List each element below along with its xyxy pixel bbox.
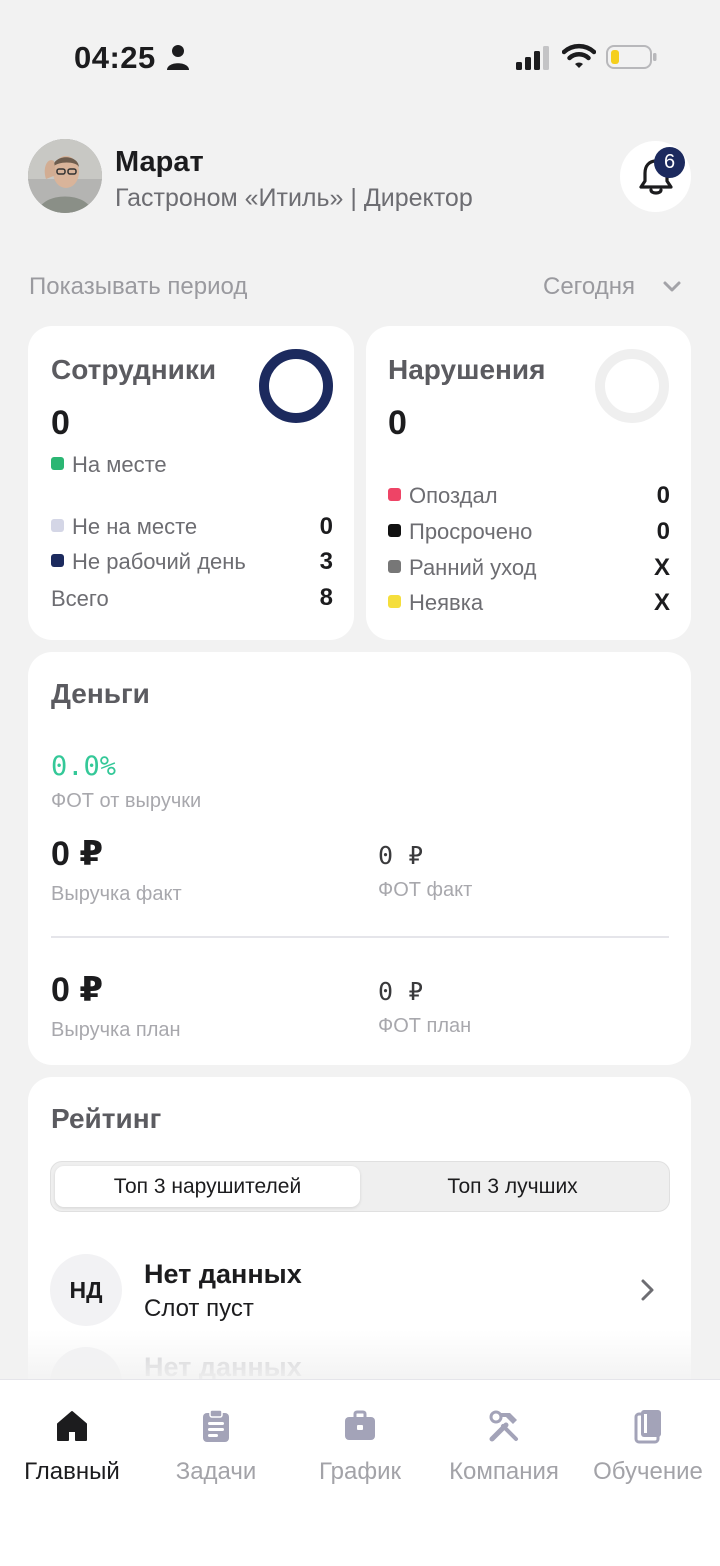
rating-item-subtitle: Слот пуст (144, 1295, 254, 1322)
legend-label-overdue: Просрочено (409, 519, 533, 544)
tab-schedule[interactable]: График (288, 1380, 432, 1500)
legend-value-early-leave: X (653, 554, 670, 581)
revenue-fact-value: 0 ₽ (51, 835, 104, 873)
employees-title: Сотрудники (51, 354, 217, 385)
user-name: Марат (115, 146, 204, 178)
revenue-plan-label: Выручка план (51, 1019, 181, 1041)
legend-dot-overdue (388, 524, 401, 537)
tab-schedule-label: График (319, 1458, 401, 1485)
tab-company[interactable]: Компания (432, 1380, 576, 1500)
rating-item-initials: НД (50, 1254, 122, 1326)
employees-ring-chart (259, 349, 333, 423)
legend-label-no-show: Неявка (409, 590, 484, 615)
period-selector[interactable]: Сегодня (543, 273, 635, 301)
fot-percent: 0.0% (51, 751, 117, 782)
period-label: Показывать период (29, 273, 248, 300)
legend-value-late: 0 (656, 482, 670, 509)
home-icon (57, 1411, 87, 1441)
revenue-fact-label: Выручка факт (51, 883, 182, 905)
chevron-right-icon (641, 1279, 654, 1301)
legend-dot-no-show (388, 595, 401, 608)
employees-card[interactable]: Сотрудники 0 На месте Не на месте 0 Не р… (28, 326, 354, 640)
money-card[interactable]: Деньги 0.0% ФОТ от выручки 0 ₽ Выручка ф… (28, 652, 691, 1065)
tab-tasks[interactable]: Задачи (144, 1380, 288, 1500)
book-icon (634, 1410, 661, 1444)
tab-learning[interactable]: Обучение (576, 1380, 720, 1500)
chevron-down-icon[interactable] (662, 280, 682, 294)
user-company-role: Гастроном «Итиль» | Директор (115, 184, 473, 212)
tools-icon (489, 1410, 518, 1442)
legend-value-day-off: 3 (319, 548, 333, 575)
wifi-icon (562, 43, 596, 68)
tab-top-best[interactable]: Топ 3 лучших (360, 1166, 665, 1207)
notification-badge: 6 (654, 147, 685, 178)
legend-dot-absent (51, 519, 64, 532)
tab-home[interactable]: Главный (0, 1380, 144, 1500)
avatar[interactable] (28, 139, 102, 213)
violations-ring-chart (595, 349, 669, 423)
tab-tasks-label: Задачи (175, 1458, 257, 1485)
rating-segmented-control: Топ 3 нарушителей Топ 3 лучших (50, 1161, 670, 1212)
legend-value-no-show: X (653, 589, 670, 616)
rating-title: Рейтинг (51, 1103, 162, 1134)
cellular-signal-icon (516, 46, 549, 70)
legend-dot-present (51, 457, 64, 470)
legend-label-late: Опоздал (409, 483, 498, 508)
employees-count: 0 (51, 404, 70, 442)
fot-percent-label: ФОТ от выручки (51, 790, 202, 812)
legend-label-present: На месте (72, 452, 167, 477)
legend-value-absent: 0 (319, 513, 333, 540)
tab-learning-label: Обучение (593, 1458, 703, 1485)
legend-value-overdue: 0 (656, 518, 670, 545)
total-label: Всего (51, 586, 109, 611)
legend-dot-late (388, 488, 401, 501)
legend-label-day-off: Не рабочий день (72, 549, 246, 574)
status-bar: 04:25 (0, 0, 720, 110)
legend-dot-early-leave (388, 560, 401, 573)
avatar-photo (28, 139, 102, 213)
legend-label-absent: Не на месте (72, 514, 198, 539)
bottom-tab-bar: Главный Задачи График Компания Обучение (0, 1379, 720, 1566)
fot-plan-label: ФОТ план (378, 1015, 472, 1037)
rating-item-title: Нет данных (144, 1259, 302, 1289)
total-value: 8 (319, 584, 333, 611)
revenue-plan-value: 0 ₽ (51, 971, 104, 1009)
violations-title: Нарушения (388, 354, 546, 385)
briefcase-icon (345, 1410, 375, 1440)
tab-home-label: Главный (24, 1458, 120, 1485)
violations-count: 0 (388, 404, 407, 442)
status-time: 04:25 (74, 40, 156, 75)
battery-icon (606, 45, 657, 69)
fot-plan-value: 0 ₽ (378, 977, 424, 1006)
fot-fact-value: 0 ₽ (378, 841, 424, 870)
violations-card[interactable]: Нарушения 0 Опоздал 0 Просрочено 0 Ранни… (366, 326, 691, 640)
money-divider (51, 936, 669, 938)
fot-fact-label: ФОТ факт (378, 879, 473, 901)
person-icon (167, 45, 189, 70)
tab-top-violators[interactable]: Топ 3 нарушителей (55, 1166, 360, 1207)
clipboard-icon (203, 1409, 229, 1442)
legend-dot-day-off (51, 554, 64, 567)
legend-label-early-leave: Ранний уход (409, 555, 537, 580)
tab-company-label: Компания (449, 1458, 559, 1485)
scroll-fade (28, 1330, 692, 1380)
money-title: Деньги (51, 678, 150, 709)
